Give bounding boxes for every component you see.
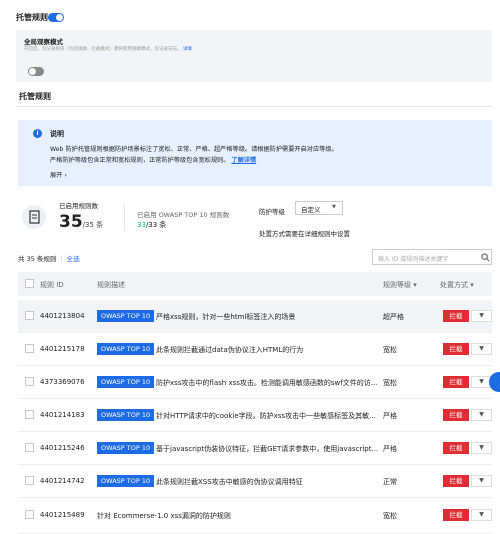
select-all-checkbox[interactable] — [25, 279, 34, 288]
caret-down-icon: ▼ — [479, 312, 484, 319]
rule-count: 共 35 条规则 | 全选 — [18, 255, 80, 263]
rule-id: 4401214742 — [40, 477, 85, 485]
owasp-tag: OWASP TOP 10 — [97, 442, 155, 454]
rule-level: 超严格 — [383, 313, 404, 321]
action-dropdown[interactable]: ▼ — [471, 509, 492, 521]
global-mode-panel — [16, 30, 492, 82]
protection-level-hint: 处置方式需要在详细规则中设置 — [259, 230, 350, 238]
action-badge[interactable]: 拦截 — [443, 376, 469, 388]
row-checkbox[interactable] — [25, 377, 34, 386]
rule-level: 严格 — [383, 412, 397, 420]
select-all-link[interactable]: 全选 — [67, 255, 80, 263]
action-badge[interactable]: 拦截 — [443, 310, 469, 322]
rule-id: 4401214183 — [40, 411, 85, 419]
info-box — [18, 120, 492, 186]
col-action[interactable]: 处置方式 ▾ — [440, 280, 474, 290]
action-badge[interactable]: 拦截 — [443, 442, 469, 454]
row-checkbox[interactable] — [25, 311, 34, 320]
rules-doc-icon — [22, 205, 46, 229]
rule-level: 正常 — [383, 478, 397, 486]
rule-desc: 严格xss规则，针对一些html标签注入的场景 — [156, 313, 296, 321]
owasp-rules-label: 已启用 OWASP TOP 10 规则数 — [137, 211, 230, 219]
info-title: 说明 — [50, 130, 64, 138]
row-checkbox[interactable] — [25, 476, 34, 485]
section-title: 托管规则 — [19, 92, 51, 101]
caret-down-icon: ▼ — [479, 511, 484, 518]
rule-id: 4401215246 — [40, 444, 85, 452]
action-badge[interactable]: 拦截 — [443, 475, 469, 487]
protection-level-label: 防护等级 — [259, 208, 285, 216]
row-checkbox[interactable] — [25, 443, 34, 452]
caret-down-icon: ▼ — [479, 444, 484, 451]
action-dropdown[interactable]: ▼ — [471, 442, 492, 454]
rule-desc: 针对HTTP请求中的cookie字段。防护xss攻击中一些敏感标签及其敏... — [156, 412, 376, 420]
caret-down-icon: ▼ — [479, 411, 484, 418]
info-line-1: Web 防护托管规则根据防护场景标注了宽松、正常、严格、超严格等级。请根据防护需… — [50, 146, 338, 153]
global-mode-toggle[interactable] — [28, 67, 44, 76]
search-placeholder: 输入 ID 或规则描述关键字 — [378, 256, 449, 263]
rule-desc: 此条规则拦截XSS攻击中敏感的伪协议调用特征 — [156, 478, 303, 486]
stats-divider — [124, 205, 125, 231]
chevron-right-icon: › — [64, 172, 67, 179]
rule-id: 4401215178 — [40, 345, 85, 353]
action-dropdown[interactable]: ▼ — [471, 475, 492, 487]
table-row — [18, 497, 492, 533]
search-input[interactable]: 输入 ID 或规则描述关键字 — [372, 249, 492, 265]
rule-level: 严格 — [383, 445, 397, 453]
rule-id: 4401213804 — [40, 312, 85, 320]
managed-rules-toggle[interactable] — [48, 13, 64, 22]
col-rule-level[interactable]: 规则等级 ▾ — [383, 280, 417, 290]
caret-down-icon: ▼ — [479, 345, 484, 352]
global-mode-label: 全局观察模式 — [24, 38, 63, 46]
action-badge[interactable]: 拦截 — [443, 343, 469, 355]
enabled-rules-count: 35/35 条 — [59, 212, 104, 232]
row-checkbox[interactable] — [25, 510, 34, 519]
info-expand[interactable]: 展开 › — [50, 170, 67, 179]
row-checkbox[interactable] — [25, 344, 34, 353]
info-icon: i — [33, 129, 42, 138]
action-dropdown[interactable]: ▼ — [471, 409, 492, 421]
filter-icon: ▾ — [413, 281, 417, 289]
col-rule-desc: 规则描述 — [97, 281, 125, 289]
owasp-rules-count: 33/33 条 — [137, 221, 167, 229]
page-title: 托管规则 — [16, 13, 48, 22]
enabled-rules-label: 已启用规则数 — [59, 202, 98, 210]
row-checkbox[interactable] — [25, 410, 34, 419]
protection-level-select[interactable]: 自定义 ▼ — [295, 201, 343, 215]
rule-id: 4401215489 — [40, 511, 85, 519]
action-badge[interactable]: 拦截 — [443, 409, 469, 421]
owasp-tag: OWASP TOP 10 — [97, 475, 155, 487]
filter-icon: ▾ — [470, 281, 474, 289]
rule-level: 宽松 — [383, 512, 397, 520]
owasp-tag: OWASP TOP 10 — [97, 310, 155, 322]
rule-id: 4373369076 — [40, 378, 85, 386]
global-mode-desc: 开启后，仅记录规则（包括观察、拦截模式）都将使用观察模式，仅记录日志。 详情 — [24, 47, 192, 52]
caret-down-icon: ▼ — [332, 204, 336, 210]
owasp-tag: OWASP TOP 10 — [97, 409, 155, 421]
col-rule-id: 规则 ID — [40, 281, 64, 289]
action-dropdown[interactable]: ▼ — [471, 343, 492, 355]
rule-desc: 防护xss攻击中的flash xss攻击。检测能调用敏感函数的swf文件的访..… — [156, 379, 378, 387]
action-dropdown[interactable]: ▼ — [471, 310, 492, 322]
rule-desc: 基于javascript伪装协议特征，拦截GET请求参数中，使用javascri… — [156, 445, 378, 453]
rule-desc: 针对 Ecommerse-1.0 xss漏洞的防护规则 — [97, 512, 231, 520]
rule-level: 宽松 — [383, 346, 397, 354]
caret-down-icon: ▼ — [479, 477, 484, 484]
protection-level-value: 自定义 — [301, 206, 321, 214]
divider — [16, 106, 492, 107]
caret-down-icon: ▼ — [479, 378, 484, 385]
action-badge[interactable]: 拦截 — [443, 509, 469, 521]
owasp-tag: OWASP TOP 10 — [97, 376, 155, 388]
table-header — [18, 272, 492, 296]
rule-level: 宽松 — [383, 379, 397, 387]
owasp-tag: OWASP TOP 10 — [97, 343, 155, 355]
rule-desc: 此条规则拦截通过data伪协议注入HTML的行为 — [156, 346, 304, 354]
info-learn-more-link[interactable]: 了解详情 — [231, 157, 256, 164]
global-mode-link[interactable]: 详情 — [183, 47, 192, 52]
info-line-2: 严格防护等级包含正常和宽松规则，正常防护等级包含宽松规则。 了解详情 — [50, 157, 257, 164]
search-icon[interactable] — [481, 253, 490, 262]
